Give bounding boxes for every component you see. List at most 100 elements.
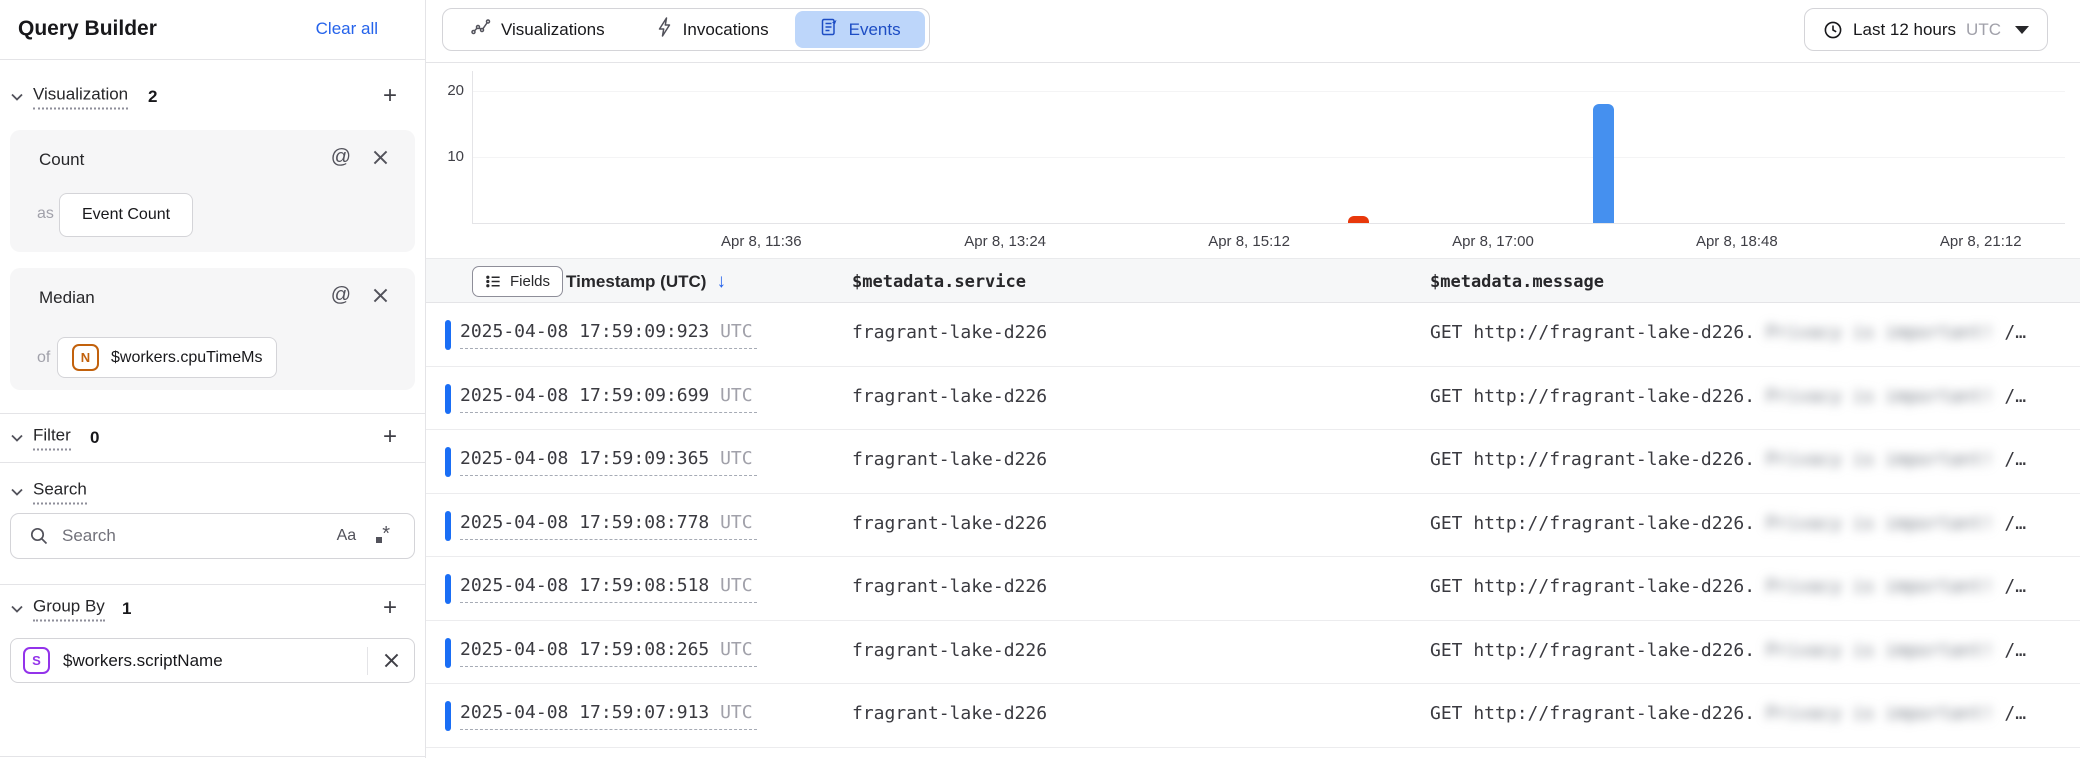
- column-header-service[interactable]: $metadata.service: [852, 259, 1026, 304]
- event-log-row[interactable]: 2025-04-08 17:59:08:265 UTCfragrant-lake…: [426, 621, 2080, 685]
- event-log-row[interactable]: 2025-04-08 17:59:08:518 UTCfragrant-lake…: [426, 557, 2080, 621]
- timezone-label: UTC: [720, 512, 753, 533]
- search-section-header: Search: [0, 471, 425, 513]
- events-table: Fields Timestamp (UTC) ↓ $metadata.servi…: [426, 258, 2080, 758]
- event-indicator-bar: [445, 384, 451, 414]
- timestamp-cell: 2025-04-08 17:59:08:518 UTC: [460, 575, 757, 596]
- event-indicator-bar: [445, 320, 451, 350]
- fields-button[interactable]: Fields: [472, 266, 563, 297]
- message-cell: GET http://fragrant-lake-d226. Privacy i…: [1430, 322, 2026, 343]
- x-axis-tick-label: Apr 8, 21:12: [1940, 233, 2022, 250]
- close-icon[interactable]: [372, 287, 389, 304]
- chevron-down-icon[interactable]: [10, 90, 24, 104]
- x-axis-tick-label: Apr 8, 13:24: [964, 233, 1046, 250]
- group-by-section-header: Group By 1 +: [0, 585, 425, 633]
- event-log-row[interactable]: 2025-04-08 17:59:07:913 UTC fragrant-lake…: [426, 684, 2080, 748]
- case-sensitive-icon[interactable]: Aa: [337, 527, 357, 545]
- gridline: [473, 91, 2065, 92]
- clear-all-link[interactable]: Clear all: [316, 19, 378, 39]
- timezone-label: UTC: [720, 639, 753, 660]
- bolt-icon: [655, 17, 673, 42]
- y-axis-line: [472, 71, 473, 224]
- redacted-text: Privacy is important!: [1766, 449, 1994, 470]
- service-cell: fragrant-lake-d226: [852, 513, 1047, 534]
- close-icon[interactable]: [372, 149, 389, 166]
- service-cell: fragrant-lake-d226: [852, 386, 1047, 407]
- visualization-section-label[interactable]: Visualization: [33, 85, 128, 110]
- event-indicator-bar: [445, 511, 451, 541]
- service-cell: fragrant-lake-d226: [852, 703, 1047, 724]
- time-range-timezone: UTC: [1966, 20, 2001, 40]
- event-log-row[interactable]: 2025-04-08 17:59:08:778 UTC fragrant-lake…: [426, 494, 2080, 558]
- x-axis-tick-label: Apr 8, 18:48: [1696, 233, 1778, 250]
- chevron-down-icon[interactable]: [10, 431, 24, 445]
- column-header-message[interactable]: $metadata.message: [1430, 259, 1604, 304]
- field-prefix-label: of: [37, 349, 50, 367]
- timezone-label: UTC: [720, 448, 753, 469]
- x-axis-tick-label: Apr 8, 15:12: [1208, 233, 1290, 250]
- event-log-row[interactable]: 2025-04-08 17:59:09:365 UTCfragrant-lake…: [426, 430, 2080, 494]
- filter-section-label[interactable]: Filter: [33, 426, 71, 451]
- alias-at-icon[interactable]: @: [331, 146, 351, 169]
- events-icon: [819, 17, 839, 42]
- alias-value-box[interactable]: Event Count: [59, 193, 193, 237]
- visualization-card-count: Count @ as Event Count: [10, 130, 415, 252]
- add-filter-button[interactable]: +: [379, 427, 401, 449]
- timezone-label: UTC: [720, 702, 753, 723]
- column-header-timestamp[interactable]: Timestamp (UTC) ↓: [566, 259, 726, 304]
- redacted-text: Privacy is important!: [1766, 322, 1994, 343]
- line-chart-icon: [471, 17, 491, 42]
- message-cell: GET http://fragrant-lake-d226. Privacy i…: [1430, 449, 2026, 470]
- page-title: Query Builder: [18, 17, 157, 41]
- number-type-icon: N: [72, 344, 99, 371]
- main-content: VisualizationsInvocationsEvents Last 12 …: [426, 0, 2080, 758]
- events-histogram: 1020Apr 8, 11:36Apr 8, 13:24Apr 8, 15:12…: [426, 63, 2080, 258]
- gridline: [473, 157, 2065, 158]
- chevron-down-icon[interactable]: [10, 485, 24, 499]
- time-range-label: Last 12 hours: [1853, 20, 1956, 40]
- search-section-label[interactable]: Search: [33, 480, 87, 505]
- field-chip[interactable]: N $workers.cpuTimeMs: [57, 337, 277, 378]
- close-icon: [383, 652, 400, 669]
- redacted-text: Privacy is important!: [1766, 640, 1994, 661]
- search-icon: [29, 526, 49, 546]
- add-visualization-button[interactable]: +: [379, 86, 401, 108]
- chevron-down-icon[interactable]: [10, 602, 24, 616]
- tab-invocations[interactable]: Invocations: [631, 11, 793, 48]
- service-cell: fragrant-lake-d226: [852, 640, 1047, 661]
- event-indicator-bar: [445, 638, 451, 668]
- tab-visualizations[interactable]: Visualizations: [447, 11, 629, 48]
- message-cell: GET http://fragrant-lake-d226. Privacy i…: [1430, 386, 2026, 407]
- tab-events[interactable]: Events: [795, 11, 925, 48]
- time-range-button[interactable]: Last 12 hours UTC: [1804, 8, 2048, 51]
- visualization-name: Count: [39, 150, 84, 170]
- chart-bar[interactable]: [1348, 216, 1369, 223]
- caret-down-icon: [2015, 26, 2029, 34]
- table-body: 2025-04-08 17:59:09:923 UTCfragrant-lake…: [426, 303, 2080, 748]
- message-cell: GET http://fragrant-lake-d226. Privacy i…: [1430, 640, 2026, 661]
- group-by-chip[interactable]: S $workers.scriptName: [10, 638, 415, 683]
- event-log-row[interactable]: 2025-04-08 17:59:09:923 UTCfragrant-lake…: [426, 303, 2080, 367]
- chart-bar[interactable]: [1593, 104, 1614, 223]
- visualization-card-median: Median @ of N $workers.cpuTimeMs: [10, 268, 415, 390]
- alias-at-icon[interactable]: @: [331, 284, 351, 307]
- timestamp-cell: 2025-04-08 17:59:09:365 UTC: [460, 448, 757, 469]
- event-log-row[interactable]: 2025-04-08 17:59:09:699 UTCfragrant-lake…: [426, 367, 2080, 431]
- add-group-by-button[interactable]: +: [379, 598, 401, 620]
- query-builder-sidebar: Query Builder Clear all Visualization 2 …: [0, 0, 426, 758]
- list-icon: [485, 273, 502, 290]
- service-cell: fragrant-lake-d226: [852, 322, 1047, 343]
- filter-count: 0: [90, 428, 99, 448]
- timezone-label: UTC: [720, 385, 753, 406]
- event-indicator-bar: [445, 447, 451, 477]
- search-input[interactable]: [62, 526, 337, 546]
- timestamp-cell: 2025-04-08 17:59:08:778 UTC: [460, 512, 757, 533]
- message-cell: GET http://fragrant-lake-d226. Privacy i…: [1430, 576, 2026, 597]
- timestamp-cell: 2025-04-08 17:59:07:913 UTC: [460, 702, 757, 723]
- regex-icon[interactable]: *: [376, 523, 390, 549]
- group-by-section-label[interactable]: Group By: [33, 597, 105, 622]
- redacted-text: Privacy is important!: [1766, 703, 1994, 724]
- x-axis-line: [472, 223, 2065, 224]
- sort-desc-icon[interactable]: ↓: [716, 271, 726, 293]
- remove-group-by-button[interactable]: [368, 652, 414, 669]
